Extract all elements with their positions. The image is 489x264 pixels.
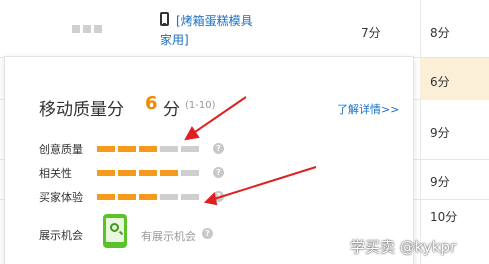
level-segment xyxy=(181,170,199,176)
question-mark-icon[interactable]: ? xyxy=(213,191,224,202)
level-segment xyxy=(139,170,157,176)
product-title-link[interactable]: [烤箱蛋糕模具家用] xyxy=(160,12,260,50)
relevance-bar xyxy=(97,170,199,176)
level-segment xyxy=(118,194,136,200)
display-opportunity-status: 有展示机会 xyxy=(141,230,196,243)
creative-quality-bar xyxy=(97,146,199,152)
question-mark-icon[interactable]: ? xyxy=(213,167,224,178)
level-segment xyxy=(97,194,115,200)
level-segment xyxy=(160,146,178,152)
mobile-search-icon xyxy=(103,214,127,248)
level-segment xyxy=(160,194,178,200)
score-cell: 7分 xyxy=(361,26,381,40)
metric-label-creative-quality: 创意质量 xyxy=(39,143,83,156)
column-divider xyxy=(420,0,421,264)
popup-title: 移动质量分 xyxy=(39,100,124,120)
score-range: (1-10) xyxy=(185,100,216,111)
level-segment xyxy=(118,170,136,176)
level-segment xyxy=(97,146,115,152)
watermark: 学买卖 @kykpr xyxy=(350,238,457,256)
metric-label-relevance: 相关性 xyxy=(39,167,72,180)
level-segment xyxy=(139,194,157,200)
question-mark-icon[interactable]: ? xyxy=(202,228,213,239)
level-segment xyxy=(139,146,157,152)
level-segment xyxy=(181,194,199,200)
level-segment xyxy=(118,146,136,152)
quality-score-value: 6 xyxy=(145,93,158,114)
score-cell: 10分 xyxy=(430,210,458,224)
buyer-experience-bar xyxy=(97,194,199,200)
level-segment xyxy=(181,146,199,152)
score-cell: 6分 xyxy=(430,75,450,89)
score-unit: 分 xyxy=(163,100,180,120)
level-segment xyxy=(160,170,178,176)
learn-more-link[interactable]: 了解详情>> xyxy=(337,101,399,117)
score-cell: 9分 xyxy=(430,175,450,189)
score-cell: 9分 xyxy=(430,126,450,140)
placeholder-thumbnail xyxy=(72,25,102,33)
level-segment xyxy=(97,170,115,176)
score-cell: 8分 xyxy=(430,26,450,40)
question-mark-icon[interactable]: ? xyxy=(213,143,224,154)
metric-label-buyer-experience: 买家体验 xyxy=(39,191,83,204)
mobile-quality-score-popup: 移动质量分 6 分 (1-10) 了解详情>> 创意质量 ? 相关性 ? 买家体… xyxy=(4,56,414,264)
display-opportunity-label: 展示机会 xyxy=(39,229,83,242)
